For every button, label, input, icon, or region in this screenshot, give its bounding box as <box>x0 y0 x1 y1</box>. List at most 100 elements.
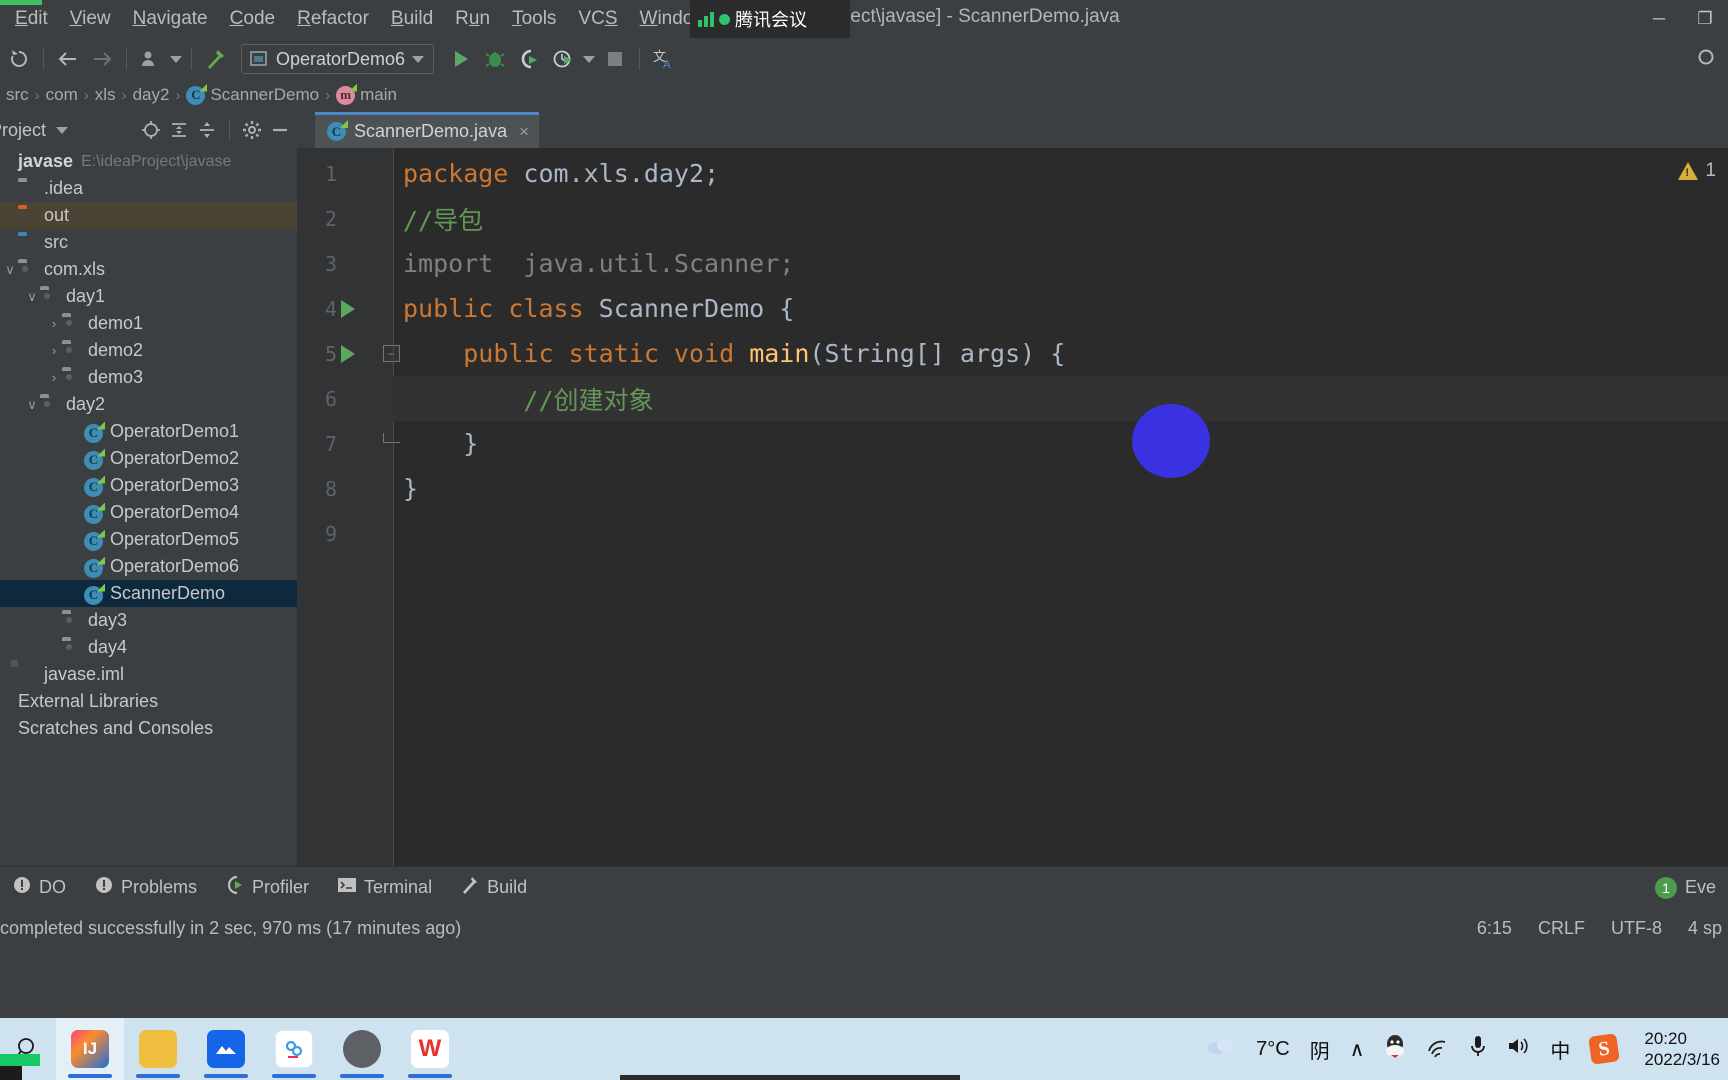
indent-setting[interactable]: 4 sp <box>1688 918 1722 939</box>
taskbar-app-meeting[interactable] <box>328 1018 396 1080</box>
code-line-5[interactable]: public static void main (String[] args) { <box>393 331 1728 376</box>
tree-row-operatordemo4[interactable]: C OperatorDemo4 <box>0 499 297 526</box>
menu-item-navigate[interactable]: Navigate <box>122 5 219 33</box>
wifi-icon[interactable] <box>1426 1035 1450 1063</box>
tree-row-operatordemo5[interactable]: C OperatorDemo5 <box>0 526 297 553</box>
stop-button[interactable] <box>598 44 632 74</box>
maximize-button[interactable]: ❐ <box>1682 0 1728 38</box>
sogou-tray-icon[interactable]: S <box>1588 1033 1621 1065</box>
settings-gear-icon[interactable] <box>239 117 265 143</box>
breadcrumb-item-xls[interactable]: xls <box>91 85 120 105</box>
user-profile-icon[interactable] <box>134 44 168 74</box>
menu-item-build[interactable]: Build <box>380 5 444 33</box>
tree-row-operatordemo2[interactable]: C OperatorDemo2 <box>0 445 297 472</box>
sync-icon[interactable] <box>2 44 36 74</box>
tool-window-profiler[interactable]: Profiler <box>213 871 321 904</box>
tree-row-day3[interactable]: day3 <box>0 607 297 634</box>
tree-row-com-xls[interactable]: ∨ com.xls <box>0 256 297 283</box>
code-line-1[interactable]: package com.xls.day2; <box>393 151 1728 196</box>
tree-expand-arrow[interactable]: › <box>46 370 62 385</box>
editor-tab-scannerdemo[interactable]: C ScannerDemo.java × <box>315 112 540 148</box>
code-line-8[interactable]: } <box>393 466 1728 511</box>
tree-row-project-root[interactable]: javase E:\ideaProject\javase <box>0 148 297 175</box>
inspection-warning-indicator[interactable]: 1 <box>1678 160 1716 182</box>
line-separator[interactable]: CRLF <box>1538 918 1585 939</box>
taskbar-app-wps-office[interactable]: W <box>396 1018 464 1080</box>
tree-row-operatordemo6[interactable]: C OperatorDemo6 <box>0 553 297 580</box>
menu-item-run[interactable]: Run <box>444 5 501 33</box>
menu-item-code[interactable]: Code <box>219 5 286 33</box>
volume-icon[interactable] <box>1506 1035 1530 1063</box>
editor-gutter[interactable]: 1 2 3 4 5−6 7 8 9 <box>297 148 426 866</box>
tree-row-out[interactable]: out <box>0 202 297 229</box>
weather-icon[interactable] <box>1206 1035 1236 1063</box>
gutter-line-6[interactable]: 6 <box>297 376 393 421</box>
gutter-line-8[interactable]: 8 <box>297 466 393 511</box>
breadcrumb-item-day2[interactable]: day2 <box>129 85 174 105</box>
back-arrow-icon[interactable] <box>51 44 85 74</box>
menu-item-refactor[interactable]: Refactor <box>286 5 380 33</box>
expand-all-icon[interactable] <box>166 117 192 143</box>
gutter-line-9[interactable]: 9 <box>297 511 393 556</box>
event-log-group[interactable]: 1 Eve <box>1654 876 1728 899</box>
breadcrumb-item-com[interactable]: com <box>42 85 82 105</box>
tree-expand-arrow[interactable]: ∨ <box>24 397 40 413</box>
menu-item-view[interactable]: View <box>59 5 122 33</box>
tree-expand-arrow[interactable]: ∨ <box>24 289 40 305</box>
run-gutter-icon[interactable] <box>341 299 355 318</box>
taskbar-app-baidu-netdisk[interactable] <box>260 1018 328 1080</box>
menu-item-vcs[interactable]: VCS <box>567 5 628 33</box>
caret-position[interactable]: 6:15 <box>1477 918 1512 939</box>
build-hammer-icon[interactable] <box>199 44 233 74</box>
tree-row-demo1[interactable]: › demo1 <box>0 310 297 337</box>
project-tree[interactable]: javase E:\ideaProject\javase .idea out src ∨ c… <box>0 148 297 866</box>
mic-icon[interactable] <box>1470 1034 1486 1064</box>
tool-window-do[interactable]: DO <box>0 871 78 904</box>
collapse-all-icon[interactable] <box>194 117 220 143</box>
gutter-line-1[interactable]: 1 <box>297 151 393 196</box>
debug-button[interactable] <box>478 44 512 74</box>
tree-row-day4[interactable]: day4 <box>0 634 297 661</box>
taskbar-app-intellij-idea[interactable]: IJ <box>56 1018 124 1080</box>
code-line-4[interactable]: public class ScannerDemo { <box>393 286 1728 331</box>
tree-expand-arrow[interactable]: › <box>46 316 62 331</box>
breadcrumb-item-scannerdemo[interactable]: C ScannerDemo <box>182 85 323 105</box>
run-button[interactable] <box>444 44 478 74</box>
tree-row-operatordemo1[interactable]: C OperatorDemo1 <box>0 418 297 445</box>
settings-search-icon[interactable] <box>1694 44 1728 74</box>
file-encoding[interactable]: UTF-8 <box>1611 918 1662 939</box>
weather-temperature[interactable]: 7°C <box>1256 1038 1290 1061</box>
code-line-9[interactable] <box>393 511 1728 556</box>
qq-icon[interactable] <box>1384 1033 1406 1065</box>
tree-row-scannerdemo[interactable]: C ScannerDemo <box>0 580 297 607</box>
tree-row-demo2[interactable]: › demo2 <box>0 337 297 364</box>
tree-row-src[interactable]: src <box>0 229 297 256</box>
taskbar-clock[interactable]: 20:20 2022/3/16 <box>1644 1028 1720 1071</box>
taskbar-app-file-explorer[interactable] <box>124 1018 192 1080</box>
code-line-7[interactable]: } <box>393 421 1728 466</box>
gutter-line-7[interactable]: 7 <box>297 421 393 466</box>
chevron-down-icon[interactable] <box>168 44 184 74</box>
code-line-2[interactable]: //导包 <box>393 196 1728 241</box>
locate-icon[interactable] <box>138 117 164 143</box>
gutter-line-5[interactable]: 5 <box>297 331 393 376</box>
run-gutter-icon[interactable] <box>341 344 355 363</box>
tree-row-external-libraries[interactable]: External Libraries <box>0 688 297 715</box>
translate-icon[interactable]: 文A <box>647 44 681 74</box>
code-content[interactable]: package com.xls.day2; //导包 import java.uti… <box>393 148 1728 866</box>
menu-item-edit[interactable]: Edit <box>4 5 59 33</box>
gutter-line-2[interactable]: 2 <box>297 196 393 241</box>
gutter-line-4[interactable]: 4 <box>297 286 393 331</box>
breadcrumb-item-main[interactable]: m main <box>332 85 401 105</box>
tree-row-day2[interactable]: ∨ day2 <box>0 391 297 418</box>
tool-window-problems[interactable]: Problems <box>82 871 209 904</box>
ime-indicator[interactable]: 中 <box>1550 1035 1570 1064</box>
menu-item-tools[interactable]: Tools <box>501 5 567 33</box>
tree-row-demo3[interactable]: › demo3 <box>0 364 297 391</box>
profile-button[interactable] <box>546 44 580 74</box>
gutter-line-3[interactable]: 3 <box>297 241 393 286</box>
tencent-meeting-overlay[interactable]: 腾讯会议 <box>690 0 850 38</box>
tree-expand-arrow[interactable]: › <box>46 343 62 358</box>
tool-window-terminal[interactable]: Terminal <box>325 872 444 903</box>
code-editor[interactable]: 1 2 3 4 5−6 7 8 9 package com.xls.day2;//导包 impo… <box>297 148 1728 866</box>
